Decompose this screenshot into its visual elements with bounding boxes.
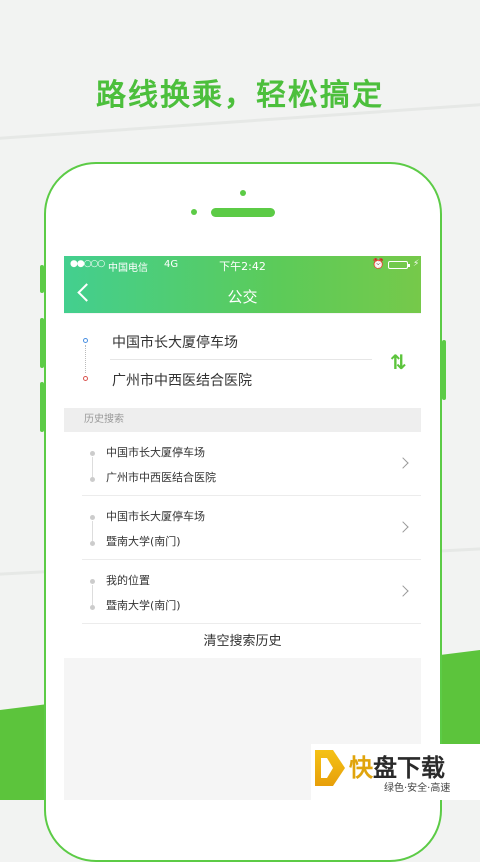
history-section-header: 历史搜索 bbox=[64, 408, 421, 432]
alarm-icon: ⏰ bbox=[372, 259, 385, 270]
destination-dot-icon bbox=[90, 541, 95, 546]
chevron-right-icon bbox=[397, 521, 409, 533]
history-origin: 中国市长大厦停车场 bbox=[106, 446, 205, 459]
divider bbox=[110, 359, 372, 360]
destination-field[interactable]: 广州市中西医结合医院 bbox=[112, 370, 252, 390]
destination-dot-icon bbox=[90, 477, 95, 482]
history-destination: 广州市中西医结合医院 bbox=[106, 471, 216, 484]
phone-side-button bbox=[40, 265, 44, 293]
app-header: ●●○○○ 中国电信 4G 下午2:42 ⏰ ⚡ 公交 bbox=[64, 256, 421, 313]
origin-dot-icon bbox=[90, 515, 95, 520]
phone-camera bbox=[240, 190, 246, 196]
route-connector bbox=[92, 585, 93, 605]
clear-history-button[interactable]: 清空搜索历史 bbox=[64, 624, 421, 660]
status-time: 下午2:42 bbox=[219, 260, 266, 273]
phone-side-button bbox=[40, 382, 44, 432]
destination-dot-icon bbox=[90, 605, 95, 610]
swap-icon[interactable]: ⇅ bbox=[390, 350, 407, 374]
route-connector bbox=[92, 457, 93, 477]
history-item[interactable]: 中国市长大厦停车场 广州市中西医结合医院 bbox=[82, 432, 421, 496]
logo-text-secondary: 盘下载 bbox=[373, 754, 445, 782]
origin-dot-icon bbox=[83, 338, 88, 343]
route-connector bbox=[92, 521, 93, 541]
phone-speaker bbox=[211, 208, 275, 217]
history-destination: 暨南大学(南门) bbox=[106, 535, 181, 548]
watermark-logo: 快盘下载 绿色·安全·高速 bbox=[311, 744, 480, 800]
history-origin: 我的位置 bbox=[106, 574, 150, 587]
route-input-card: 中国市长大厦停车场 广州市中西医结合医院 ⇅ bbox=[64, 314, 421, 408]
logo-text-primary: 快 bbox=[349, 754, 373, 782]
promo-headline: 路线换乘，轻松搞定 bbox=[96, 78, 384, 113]
history-list: 中国市长大厦停车场 广州市中西医结合医院 中国市长大厦停车场 暨南大学(南门) … bbox=[64, 432, 421, 660]
phone-sensor bbox=[191, 209, 197, 215]
status-bar: ●●○○○ 中国电信 4G 下午2:42 ⏰ ⚡ bbox=[64, 256, 421, 274]
battery-icon bbox=[388, 261, 410, 269]
origin-dot-icon bbox=[90, 451, 95, 456]
destination-dot-icon bbox=[83, 376, 88, 381]
phone-side-button bbox=[442, 340, 446, 400]
logo-text: 快盘下载 bbox=[349, 748, 445, 783]
origin-field[interactable]: 中国市长大厦停车场 bbox=[112, 332, 238, 352]
history-origin: 中国市长大厦停车场 bbox=[106, 510, 205, 523]
logo-subtitle: 绿色·安全·高速 bbox=[384, 783, 451, 794]
chevron-right-icon bbox=[397, 457, 409, 469]
history-header-label: 历史搜索 bbox=[84, 414, 124, 425]
history-destination: 暨南大学(南门) bbox=[106, 599, 181, 612]
history-item[interactable]: 中国市长大厦停车场 暨南大学(南门) bbox=[82, 496, 421, 560]
chevron-right-icon bbox=[397, 585, 409, 597]
phone-screen: ●●○○○ 中国电信 4G 下午2:42 ⏰ ⚡ 公交 中国市长大厦停车场 广州… bbox=[64, 256, 421, 800]
charging-icon: ⚡ bbox=[413, 259, 420, 269]
route-connector bbox=[85, 345, 86, 373]
phone-side-button bbox=[40, 318, 44, 368]
origin-dot-icon bbox=[90, 579, 95, 584]
page-title: 公交 bbox=[227, 288, 258, 306]
history-item[interactable]: 我的位置 暨南大学(南门) bbox=[82, 560, 421, 624]
logo-mark-icon bbox=[315, 750, 345, 786]
